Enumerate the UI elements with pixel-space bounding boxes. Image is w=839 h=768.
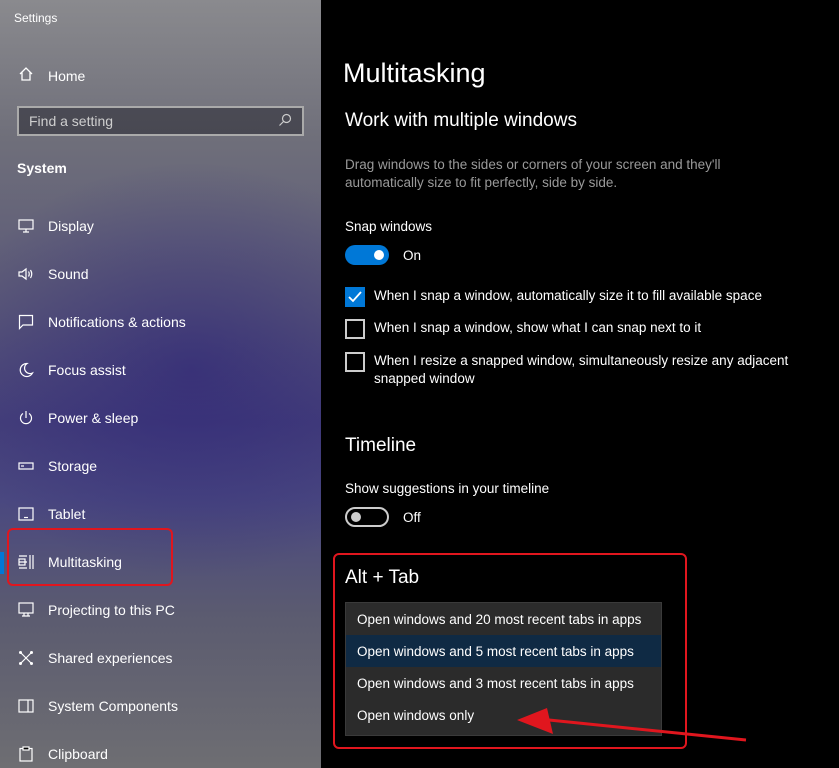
search-icon xyxy=(278,113,292,130)
sidebar-item-system-components[interactable]: System Components xyxy=(0,682,321,730)
sidebar-item-focus-assist[interactable]: Focus assist xyxy=(0,346,321,394)
sidebar-item-power-sleep[interactable]: Power & sleep xyxy=(0,394,321,442)
sidebar-item-sound[interactable]: Sound xyxy=(0,250,321,298)
home-icon xyxy=(18,66,34,85)
sidebar-item-notifications[interactable]: Notifications & actions xyxy=(0,298,321,346)
sidebar-item-projecting[interactable]: Projecting to this PC xyxy=(0,586,321,634)
storage-icon xyxy=(18,458,34,474)
annotation-arrow-icon xyxy=(517,708,747,742)
clipboard-icon xyxy=(18,746,34,762)
sidebar-nav: Display Sound Notifications & actions Fo… xyxy=(0,202,321,768)
sidebar-item-clipboard[interactable]: Clipboard xyxy=(0,730,321,768)
sound-icon xyxy=(18,266,34,282)
main-content: Multitasking Work with multiple windows … xyxy=(321,0,839,768)
moon-icon xyxy=(18,362,34,378)
section-system: System xyxy=(17,160,67,176)
components-icon xyxy=(18,698,34,714)
sidebar-home[interactable]: Home xyxy=(18,66,85,85)
search-placeholder: Find a setting xyxy=(29,113,114,129)
search-input[interactable]: Find a setting xyxy=(17,106,304,136)
projecting-icon xyxy=(18,602,34,618)
sidebar: Settings Home Find a setting System Disp… xyxy=(0,0,321,768)
home-label: Home xyxy=(48,67,86,84)
sidebar-item-display[interactable]: Display xyxy=(0,202,321,250)
annotation-highlight-multitasking xyxy=(7,528,173,586)
sidebar-item-shared-experiences[interactable]: Shared experiences xyxy=(0,634,321,682)
display-icon xyxy=(18,218,34,234)
power-icon xyxy=(18,410,34,426)
window-title: Settings xyxy=(14,11,58,25)
shared-icon xyxy=(18,650,34,666)
tablet-icon xyxy=(18,506,34,522)
notifications-icon xyxy=(18,314,34,330)
sidebar-item-storage[interactable]: Storage xyxy=(0,442,321,490)
